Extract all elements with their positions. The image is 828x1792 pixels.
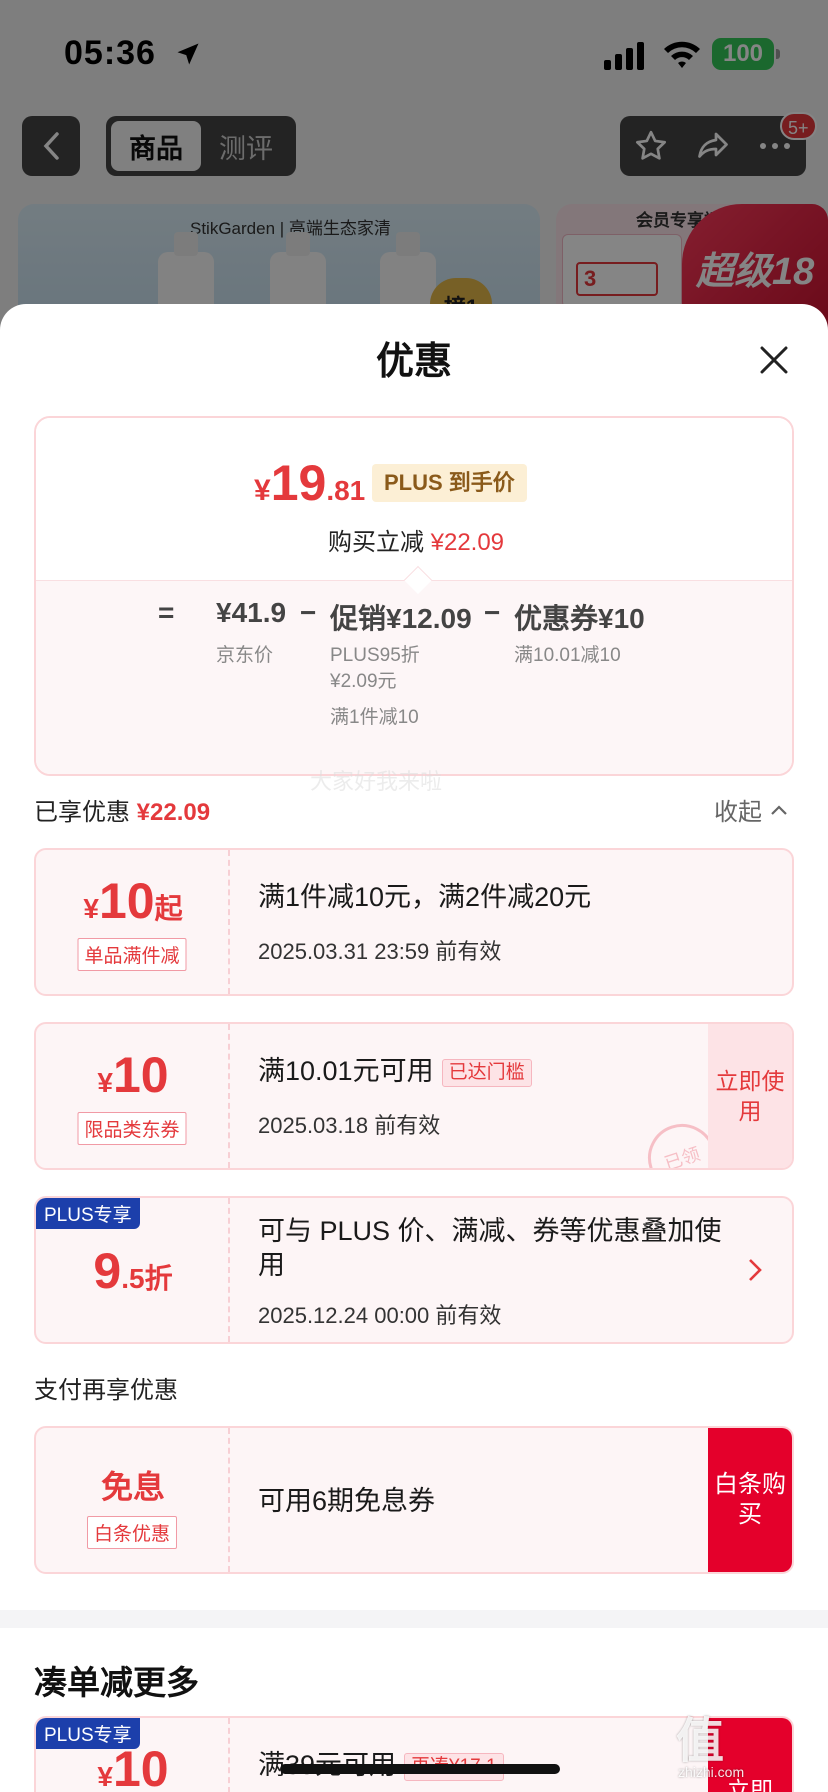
coupon-card[interactable]: ¥10 限品类东券 满10.01元可用 已达门槛 2025.03.18 前有效 已… [34, 1022, 794, 1170]
use-now-button[interactable]: 立即使用 [708, 1024, 792, 1168]
minus-sign: − [300, 597, 317, 628]
equals-sign: = [158, 597, 175, 628]
price-integer: 19 [270, 455, 327, 511]
coupon-details: 可与 PLUS 价、满减、券等优惠叠加使用 2025.12.24 00:00 前… [258, 1198, 792, 1342]
coupon-condition: 满10.01元可用 已达门槛 [258, 1054, 532, 1088]
enjoyed-discount-header: 已享优惠 ¥22.09 [34, 792, 210, 827]
currency-symbol: ¥ [97, 1067, 113, 1098]
site-watermark-logo: 值 [676, 1715, 725, 1768]
more-discounts-title: 凑单减更多 [34, 1664, 199, 1701]
price-summary-top: ¥ 19 .81 PLUS 到手价 购买立减 ¥22.09 [36, 418, 792, 580]
coupon-expiry: 2025.03.31 23:59 前有效 [258, 939, 502, 964]
payment-condition: 可用6期免息券 [258, 1486, 436, 1516]
coupon-amount-panel: ¥10起 单品满件减 [36, 850, 230, 994]
discount-rate: 9.5折 [36, 1242, 230, 1300]
price-summary-card: ¥ 19 .81 PLUS 到手价 购买立减 ¥22.09 = ¥41.9 京东… [34, 416, 794, 776]
watermark-text: 大家好我来啦 [310, 769, 443, 794]
baitiao-tag: 白条优惠 [86, 1516, 178, 1549]
coupon-type-tag: 单品满件减 [77, 938, 187, 971]
jd-price-label: 京东价 [216, 645, 274, 666]
close-icon[interactable] [754, 340, 794, 380]
threshold-reached-badge: 已达门槛 [441, 1058, 532, 1087]
plus-price-tag: PLUS 到手价 [372, 464, 527, 502]
baitiao-buy-button[interactable]: 白条购买 [708, 1428, 792, 1572]
coupon-condition: 满1件减10元，满2件减20元 [258, 882, 592, 912]
coupon-amount: ¥10 [36, 1740, 230, 1792]
coupon-expiry: 2025.03.18 前有效 [258, 1113, 441, 1138]
coupon-amount: 优惠券¥10 [514, 603, 645, 634]
instant-discount-value: ¥22.09 [430, 529, 505, 556]
coupon-amount: ¥10 [36, 1046, 230, 1104]
price-breakdown: = ¥41.9 京东价 − 促销¥12.09 PLUS95折 ¥2.09元 满1… [36, 580, 792, 774]
currency-symbol: ¥ [97, 1761, 113, 1792]
amount-value: 10 [112, 1047, 169, 1103]
promo-detail: ¥2.09元 [330, 671, 397, 692]
plus-exclusive-badge: PLUS专享 [36, 1198, 140, 1229]
coupon-amount-panel: PLUS专享 9.5折 [36, 1198, 230, 1342]
promo-detail: PLUS95折 [330, 645, 420, 666]
home-indicator[interactable] [280, 1764, 560, 1774]
modal-overlay[interactable] [0, 0, 828, 340]
coupon-amount-panel: PLUS专享 ¥10 [36, 1718, 230, 1792]
coupon-details: 满1件减10元，满2件减20元 2025.03.31 23:59 前有效 [258, 850, 792, 994]
site-watermark-url: zhizhi.com [678, 1764, 745, 1780]
instant-discount-label: 购买立减 [327, 529, 424, 556]
section-divider [0, 1610, 828, 1628]
coupon-amount: ¥10起 [36, 872, 230, 930]
interest-free-label: 免息 [100, 1469, 165, 1505]
final-price: ¥ 19 .81 [254, 454, 365, 512]
discount-sheet: 优惠 ¥ 19 .81 PLUS 到手价 购买立减 ¥22.09 = ¥41.9… [0, 304, 828, 1792]
minus-sign: − [484, 597, 501, 628]
coupon-detail: 满10.01减10 [514, 645, 621, 666]
coupon-amount-panel: ¥10 限品类东券 [36, 1024, 230, 1168]
chevron-right-icon [749, 1259, 762, 1281]
coupon-condition: 可与 PLUS 价、满减、券等优惠叠加使用 [258, 1216, 722, 1280]
amount-value: 10 [112, 1741, 169, 1792]
coupon-card[interactable]: ¥10起 单品满件减 满1件减10元，满2件减20元 2025.03.31 23… [34, 848, 794, 996]
instant-discount: 购买立减 ¥22.09 [36, 522, 792, 557]
payment-offer-card[interactable]: 免息 白条优惠 可用6期免息券 白条购买 [34, 1426, 794, 1574]
payment-section-title: 支付再享优惠 [34, 1377, 178, 1404]
amount-suffix: .5折 [121, 1263, 173, 1294]
amount-value: 10 [98, 873, 155, 929]
sheet-title: 优惠 [375, 341, 452, 383]
collapse-label: 收起 [714, 799, 762, 826]
chevron-up-icon [771, 804, 787, 815]
plus-discount-card[interactable]: PLUS专享 9.5折 可与 PLUS 价、满减、券等优惠叠加使用 2025.1… [34, 1196, 794, 1344]
promo-detail: 满1件减10 [330, 707, 419, 728]
enjoyed-value: ¥22.09 [136, 799, 211, 826]
coupon-type-tag: 限品类东券 [77, 1112, 187, 1145]
coupon-expiry: 2025.12.24 00:00 前有效 [258, 1303, 502, 1328]
payment-offer-panel: 免息 白条优惠 [36, 1428, 230, 1572]
currency-symbol: ¥ [254, 474, 271, 507]
enjoyed-label: 已享优惠 [34, 799, 130, 826]
amount-value: 9 [93, 1243, 122, 1299]
promo-amount: 促销¥12.09 [330, 603, 472, 634]
amount-suffix: 起 [154, 893, 183, 924]
collapse-toggle[interactable]: 收起 [714, 792, 788, 827]
coupon-condition-text: 满10.01元可用 [258, 1056, 434, 1086]
price-decimal: .81 [326, 475, 366, 506]
jd-price: ¥41.9 [216, 597, 287, 628]
currency-symbol: ¥ [83, 893, 99, 924]
